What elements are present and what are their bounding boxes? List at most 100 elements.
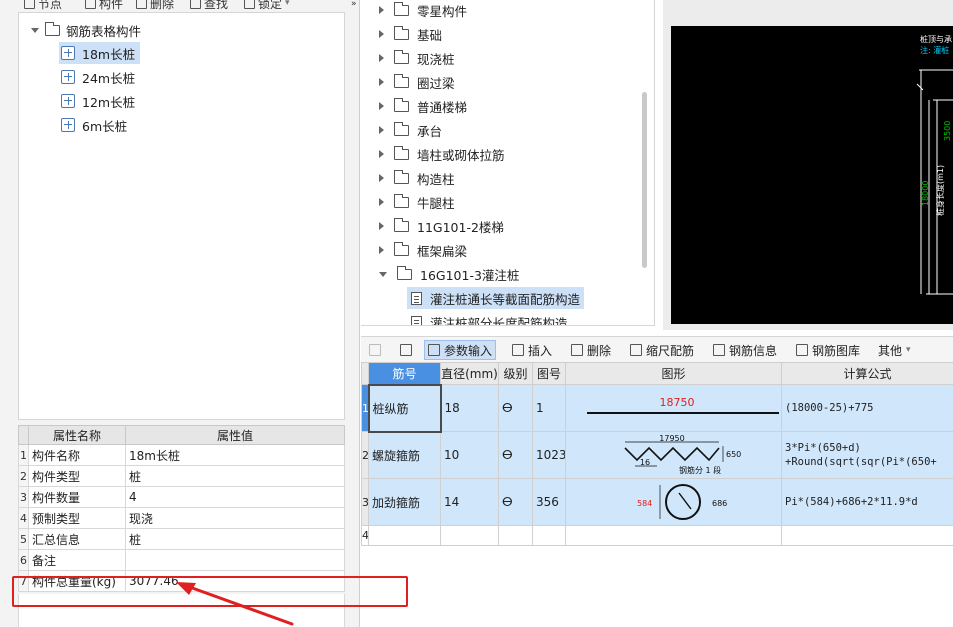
diameter-cell[interactable]: 10 — [440, 431, 499, 479]
property-value[interactable]: 桩 — [125, 528, 345, 550]
category-leaf-selected[interactable]: 灌注桩通长等截面配筋构造 — [407, 287, 585, 309]
property-value[interactable]: 现浇 — [125, 507, 345, 529]
tree-item-6m[interactable]: 6m长桩 — [59, 114, 132, 136]
row-index[interactable]: 4 — [361, 525, 369, 546]
diameter-header[interactable]: 直径(mm) — [440, 362, 499, 385]
find-button[interactable]: 查找 — [190, 0, 228, 12]
category-item[interactable]: 承台 — [379, 119, 442, 141]
expand-caret-icon[interactable] — [379, 30, 384, 38]
grade-cell[interactable]: ⴱ — [498, 478, 533, 526]
rebar-delete-button[interactable]: 删除 — [568, 340, 614, 360]
expand-caret-icon[interactable] — [379, 246, 384, 254]
category-item[interactable]: 墙柱或砌体拉筋 — [379, 143, 505, 165]
shape-cell[interactable] — [565, 525, 782, 546]
shape-cell[interactable]: 584 686 — [565, 478, 782, 526]
table-row[interactable]: 3 加劲箍筋 14 ⴱ 356 584 686 Pi*(584)+686+2*1… — [361, 478, 953, 526]
shape-header[interactable]: 图形 — [565, 362, 782, 385]
lock-button[interactable]: 锁定 ▾ — [244, 0, 290, 12]
property-value[interactable]: 18m长桩 — [125, 444, 345, 466]
table-row-empty[interactable]: 4 — [361, 525, 953, 546]
rebar-name-cell[interactable] — [368, 525, 441, 546]
tree-item-12m[interactable]: 12m长桩 — [59, 90, 140, 112]
add-component-button[interactable]: 构件 — [85, 0, 123, 12]
move-up-button[interactable] — [366, 340, 384, 360]
formula-header[interactable]: 计算公式 — [781, 362, 953, 385]
row-index[interactable]: 1 — [361, 384, 369, 432]
expand-caret-icon[interactable] — [379, 78, 384, 86]
property-value[interactable]: 4 — [125, 486, 345, 508]
category-item[interactable]: 圈过梁 — [379, 71, 455, 93]
formula-cell[interactable]: Pi*(584)+686+2*11.9*d — [781, 478, 953, 526]
folder-icon — [394, 169, 409, 184]
collapse-panel-icon[interactable]: » — [351, 0, 360, 9]
property-row[interactable]: 1 构件名称 18m长桩 — [18, 444, 345, 466]
tree-root-item[interactable]: 钢筋表格构件 — [31, 21, 141, 40]
table-row[interactable]: 1 桩纵筋 18 ⴱ 1 18750 (18000-25)+775 — [361, 383, 953, 433]
category-item[interactable]: 普通楼梯 — [379, 95, 467, 117]
diameter-cell[interactable]: 14 — [440, 478, 499, 526]
grade-cell[interactable]: ⴱ — [498, 431, 533, 479]
expand-caret-icon[interactable] — [379, 6, 384, 14]
rebar-info-button[interactable]: 钢筋信息 — [710, 340, 780, 360]
table-row[interactable]: 2 螺旋箍筋 10 ⴱ 1023 17950 650 16 钢筋分 1 段 3*… — [361, 431, 953, 479]
property-row[interactable]: 6 备注 — [18, 549, 345, 571]
category-leaf[interactable]: 灌注桩部分长度配筋构造 — [407, 311, 572, 325]
rebar-library-button[interactable]: 钢筋图库 — [793, 340, 863, 360]
category-item[interactable]: 框架扁梁 — [379, 239, 467, 261]
move-down-button[interactable] — [397, 340, 415, 360]
formula-cell[interactable] — [781, 525, 953, 546]
figure-no-header[interactable]: 图号 — [532, 362, 566, 385]
expand-caret-icon[interactable] — [379, 102, 384, 110]
other-menu-button[interactable]: 其他 ▾ — [875, 340, 914, 360]
param-input-button[interactable]: 参数输入 — [424, 340, 497, 360]
insert-button[interactable]: 插入 — [509, 340, 555, 360]
row-index[interactable]: 3 — [361, 478, 369, 526]
category-item[interactable]: 牛腿柱 — [379, 191, 455, 213]
rebar-name-cell[interactable]: 加劲箍筋 — [368, 478, 441, 526]
expand-caret-icon[interactable] — [31, 28, 39, 33]
expand-caret-icon[interactable] — [379, 198, 384, 206]
property-row[interactable]: 4 预制类型 现浇 — [18, 507, 345, 529]
property-value[interactable] — [125, 549, 345, 571]
collapse-caret-icon[interactable] — [379, 271, 387, 277]
property-row[interactable]: 5 汇总信息 桩 — [18, 528, 345, 550]
rebar-no-header[interactable]: 筋号 — [368, 362, 441, 385]
category-item[interactable]: 现浇桩 — [379, 47, 455, 69]
category-item[interactable]: 零星构件 — [379, 0, 467, 21]
expand-caret-icon[interactable] — [379, 54, 384, 62]
expand-caret-icon[interactable] — [379, 174, 384, 182]
formula-cell[interactable]: (18000-25)+775 — [781, 384, 953, 432]
diameter-cell[interactable] — [440, 525, 499, 546]
figure-no-cell[interactable]: 1023 — [532, 431, 566, 479]
shape-cell[interactable]: 17950 650 16 钢筋分 1 段 — [565, 431, 782, 479]
expand-caret-icon[interactable] — [379, 150, 384, 158]
rebar-name-cell[interactable]: 桩纵筋 — [367, 383, 442, 433]
formula-cell[interactable]: 3*Pi*(650+d) +Round(sqrt(sqr(Pi*(650+ — [781, 431, 953, 479]
delete-button[interactable]: 删除 — [136, 0, 174, 12]
expand-caret-icon[interactable] — [379, 222, 384, 230]
scale-rebar-button[interactable]: 缩尺配筋 — [627, 340, 697, 360]
rebar-name-cell[interactable]: 螺旋箍筋 — [368, 431, 441, 479]
category-item[interactable]: 基础 — [379, 23, 442, 45]
property-row[interactable]: 2 构件类型 桩 — [18, 465, 345, 487]
drawing-canvas[interactable]: 桩顶与承 注: 灌桩 3500 18000 桩身长度(m1) — [671, 26, 953, 324]
row-index[interactable]: 2 — [361, 431, 369, 479]
category-item-expanded[interactable]: 16G101-3灌注桩 — [379, 263, 519, 285]
property-row[interactable]: 3 构件数量 4 — [18, 486, 345, 508]
figure-no-cell[interactable]: 1 — [532, 384, 566, 432]
grade-cell[interactable]: ⴱ — [498, 384, 533, 432]
figure-no-cell[interactable]: 356 — [532, 478, 566, 526]
tree-item-18m[interactable]: 18m长桩 — [59, 42, 141, 64]
grade-cell[interactable] — [498, 525, 533, 546]
figure-no-cell[interactable] — [532, 525, 566, 546]
grade-header[interactable]: 级别 — [498, 362, 533, 385]
vertical-scrollbar[interactable] — [642, 92, 647, 268]
expand-caret-icon[interactable] — [379, 126, 384, 134]
diameter-cell[interactable]: 18 — [440, 384, 499, 432]
add-node-button[interactable]: 节点 — [24, 0, 62, 12]
shape-cell[interactable]: 18750 — [565, 384, 782, 432]
category-item[interactable]: 构造柱 — [379, 167, 455, 189]
tree-item-24m[interactable]: 24m长桩 — [59, 66, 140, 88]
property-value[interactable]: 桩 — [125, 465, 345, 487]
category-item[interactable]: 11G101-2楼梯 — [379, 215, 504, 237]
